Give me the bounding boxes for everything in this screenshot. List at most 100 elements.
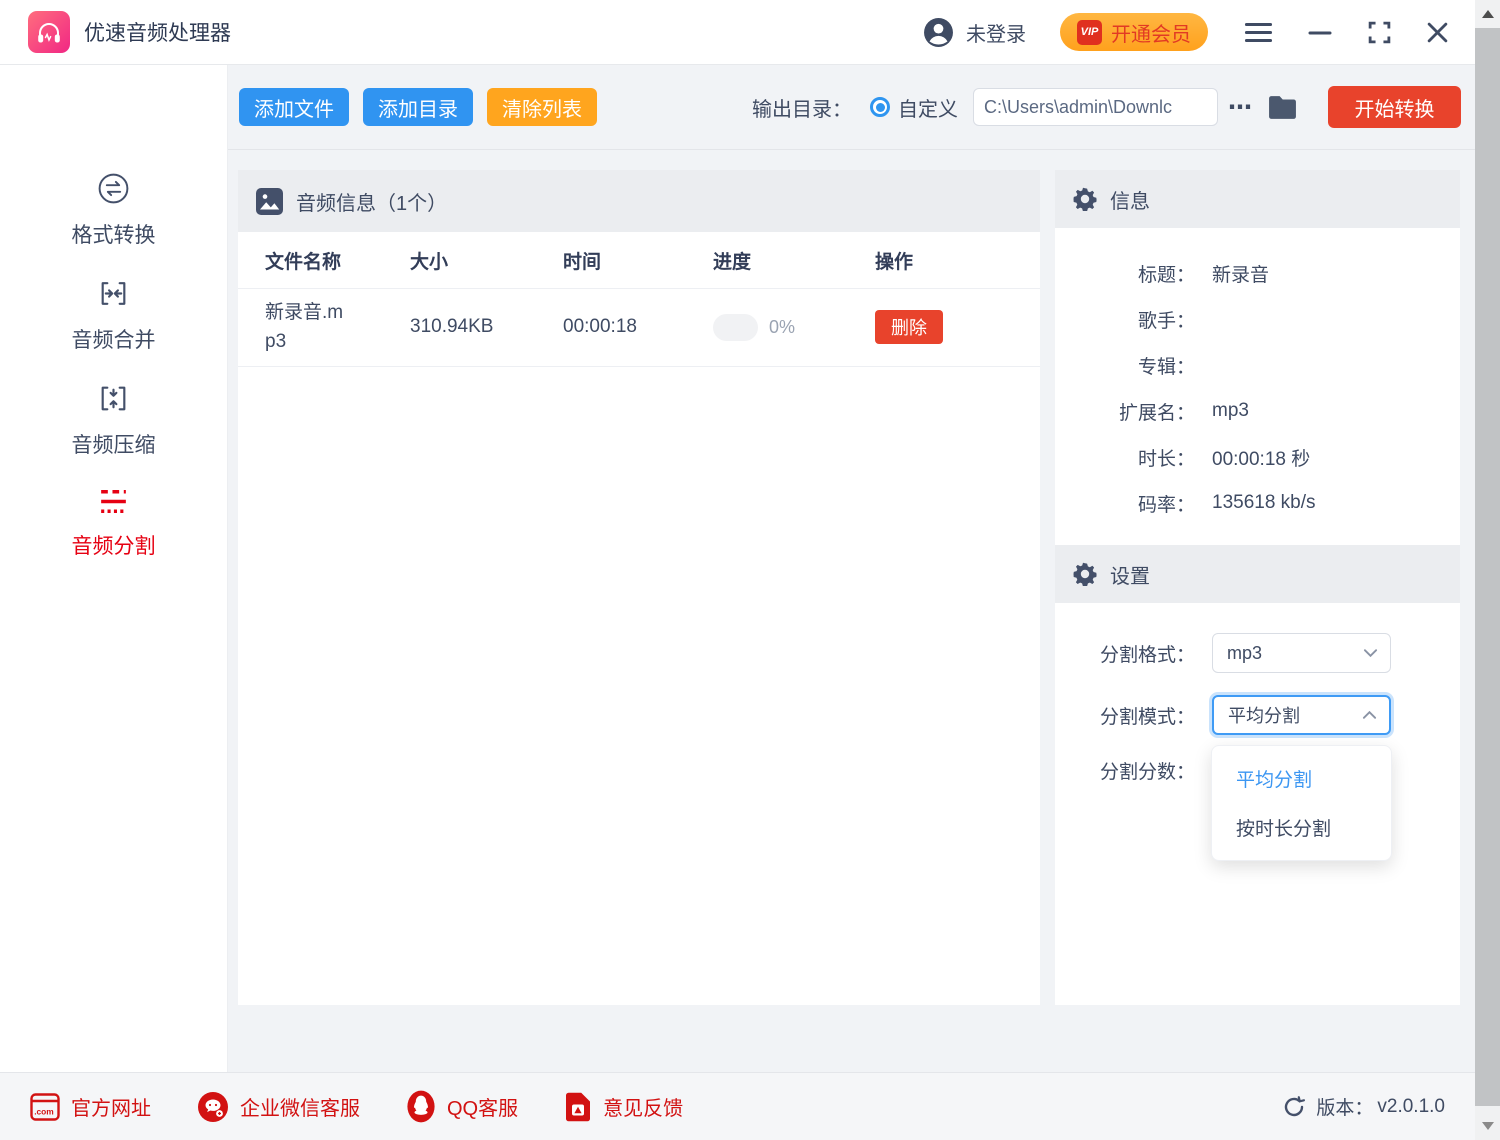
audio-info-image-icon bbox=[256, 188, 283, 215]
info-panel-title: 信息 bbox=[1110, 185, 1150, 214]
vertical-scrollbar[interactable] bbox=[1475, 0, 1500, 1140]
chevron-up-icon bbox=[1362, 710, 1377, 720]
qq-service-label: QQ客服 bbox=[447, 1092, 518, 1121]
maximize-icon[interactable] bbox=[1367, 20, 1392, 45]
version-group: 版本：v2.0.1.0 bbox=[1282, 1093, 1445, 1120]
info-label-album: 专辑： bbox=[1055, 352, 1195, 379]
feedback-icon bbox=[564, 1091, 592, 1123]
clear-list-button[interactable]: 清除列表 bbox=[487, 88, 597, 126]
info-label-duration: 时长： bbox=[1055, 444, 1195, 471]
sidebar-item-audio-merge[interactable]: 音频合并 bbox=[72, 276, 156, 350]
sidebar-item-label: 音频压缩 bbox=[72, 429, 156, 459]
col-action: 操作 bbox=[875, 247, 1040, 274]
col-size: 大小 bbox=[410, 247, 563, 274]
app-logo-headphones-icon bbox=[28, 11, 70, 53]
col-time: 时间 bbox=[563, 247, 713, 274]
custom-radio[interactable] bbox=[870, 97, 890, 117]
table-row: 新录音.mp3 310.94KB 00:00:18 0% 删除 bbox=[238, 289, 1040, 367]
audio-info-panel-header: 音频信息（1个） bbox=[238, 170, 1040, 232]
dropdown-option-average-split[interactable]: 平均分割 bbox=[1212, 754, 1391, 803]
close-icon[interactable] bbox=[1426, 21, 1449, 44]
titlebar: 优速音频处理器 未登录 VIP 开通会员 bbox=[0, 0, 1475, 65]
custom-radio-label[interactable]: 自定义 bbox=[898, 93, 958, 122]
settings-panel-header: 设置 bbox=[1055, 545, 1460, 603]
menu-hamburger-icon[interactable] bbox=[1244, 21, 1273, 44]
info-value-duration: 00:00:18 秒 bbox=[1212, 444, 1460, 471]
audio-info-panel: 音频信息（1个） 文件名称 大小 时间 进度 操作 新录音.mp3 310.94… bbox=[238, 170, 1040, 1005]
folder-icon bbox=[1267, 94, 1298, 121]
file-size-cell: 310.94KB bbox=[410, 316, 563, 338]
audio-info-panel-title: 音频信息（1个） bbox=[296, 187, 447, 216]
progress-percent: 0% bbox=[769, 317, 795, 338]
login-button[interactable]: 未登录 bbox=[923, 17, 1026, 48]
split-mode-value: 平均分割 bbox=[1228, 702, 1300, 728]
file-time-cell: 00:00:18 bbox=[563, 316, 713, 338]
col-progress: 进度 bbox=[713, 247, 875, 274]
dropdown-option-by-duration[interactable]: 按时长分割 bbox=[1212, 803, 1391, 852]
info-value-title: 新录音 bbox=[1212, 260, 1460, 287]
scrollbar-down-button[interactable] bbox=[1475, 1112, 1500, 1140]
split-mode-select[interactable]: 平均分割 bbox=[1212, 695, 1391, 735]
add-folder-button[interactable]: 添加目录 bbox=[363, 88, 473, 126]
refresh-icon[interactable] bbox=[1282, 1095, 1306, 1119]
sidebar-item-audio-compress[interactable]: 音频压缩 bbox=[72, 381, 156, 455]
wechat-icon bbox=[197, 1091, 229, 1123]
right-panel: 信息 标题：新录音 歌手： 专辑： 扩展名：mp3 时长：00:00:18 秒 … bbox=[1055, 170, 1460, 1005]
feedback-label: 意见反馈 bbox=[603, 1092, 683, 1121]
settings-panel-title: 设置 bbox=[1110, 560, 1150, 589]
scroll-down-arrow-icon bbox=[1482, 1122, 1494, 1130]
col-filename: 文件名称 bbox=[265, 247, 410, 274]
browse-more-button[interactable]: ⋯ bbox=[1228, 93, 1253, 122]
add-file-button[interactable]: 添加文件 bbox=[239, 88, 349, 126]
version-label: 版本： bbox=[1316, 1093, 1373, 1120]
table-header-row: 文件名称 大小 时间 进度 操作 bbox=[238, 232, 1040, 289]
vip-label: 开通会员 bbox=[1111, 18, 1191, 47]
official-website-link[interactable]: .com 官方网址 bbox=[30, 1092, 151, 1121]
feedback-link[interactable]: 意见反馈 bbox=[564, 1091, 683, 1123]
start-convert-button[interactable]: 开始转换 bbox=[1328, 86, 1461, 128]
wechat-service-link[interactable]: 企业微信客服 bbox=[197, 1091, 360, 1123]
info-label-artist: 歌手： bbox=[1055, 306, 1195, 333]
sidebar-item-label: 格式转换 bbox=[72, 219, 156, 249]
scroll-up-arrow-icon bbox=[1482, 10, 1494, 18]
output-dir-label: 输出目录： bbox=[752, 93, 852, 122]
split-format-value: mp3 bbox=[1227, 643, 1262, 664]
footer: .com 官方网址 企业微信客服 QQ客服 bbox=[0, 1072, 1475, 1140]
action-cell: 删除 bbox=[875, 310, 1040, 344]
info-label-extension: 扩展名： bbox=[1055, 398, 1195, 425]
qq-service-link[interactable]: QQ客服 bbox=[406, 1090, 518, 1123]
audio-compress-icon bbox=[96, 381, 131, 416]
open-folder-button[interactable] bbox=[1267, 94, 1298, 121]
vip-membership-button[interactable]: VIP 开通会员 bbox=[1060, 13, 1208, 51]
audio-split-icon bbox=[96, 486, 131, 517]
toolbar: 添加文件 添加目录 清除列表 输出目录： 自定义 ⋯ 开始转换 bbox=[228, 65, 1475, 150]
info-body: 标题：新录音 歌手： 专辑： 扩展名：mp3 时长：00:00:18 秒 码率：… bbox=[1055, 228, 1460, 545]
website-icon: .com bbox=[30, 1093, 60, 1121]
progress-bar bbox=[713, 314, 758, 341]
minimize-icon[interactable] bbox=[1307, 20, 1333, 44]
app-title: 优速音频处理器 bbox=[84, 17, 231, 47]
official-website-label: 官方网址 bbox=[71, 1092, 151, 1121]
format-convert-icon bbox=[96, 171, 131, 206]
settings-gear-icon bbox=[1073, 562, 1097, 586]
sidebar-item-audio-split[interactable]: 音频分割 bbox=[72, 486, 156, 560]
file-name-cell: 新录音.mp3 bbox=[265, 289, 353, 366]
split-format-select[interactable]: mp3 bbox=[1212, 633, 1391, 673]
info-gear-icon bbox=[1073, 187, 1097, 211]
scrollbar-thumb[interactable] bbox=[1475, 28, 1500, 1106]
progress-cell: 0% bbox=[713, 314, 875, 341]
user-avatar-icon bbox=[923, 17, 954, 48]
svg-text:.com: .com bbox=[34, 1106, 54, 1116]
delete-button[interactable]: 删除 bbox=[875, 310, 943, 344]
info-panel-header: 信息 bbox=[1055, 170, 1460, 228]
scrollbar-up-button[interactable] bbox=[1475, 0, 1500, 28]
split-mode-dropdown-menu: 平均分割 按时长分割 bbox=[1211, 745, 1392, 861]
split-mode-label: 分割模式： bbox=[1055, 702, 1195, 729]
info-value-extension: mp3 bbox=[1212, 400, 1460, 422]
output-path-input[interactable] bbox=[973, 88, 1218, 126]
wechat-service-label: 企业微信客服 bbox=[240, 1092, 360, 1121]
sidebar-item-format-convert[interactable]: 格式转换 bbox=[72, 171, 156, 245]
split-format-label: 分割格式： bbox=[1055, 640, 1195, 667]
sidebar-item-label: 音频合并 bbox=[72, 324, 156, 354]
qq-icon bbox=[406, 1090, 436, 1123]
